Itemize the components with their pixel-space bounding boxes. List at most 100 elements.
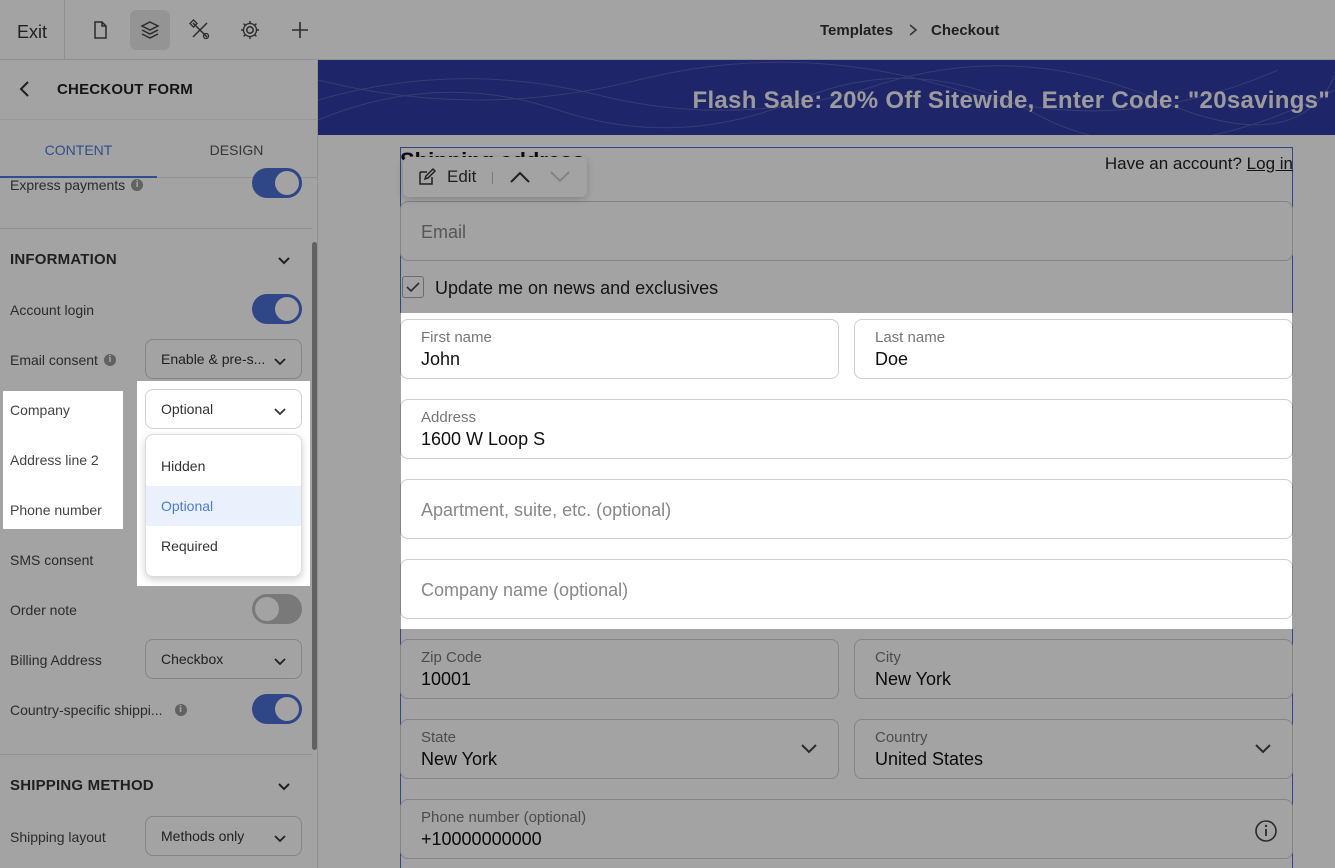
first-name-field[interactable]: First name John	[400, 319, 839, 379]
phone-label: Phone number (optional)	[421, 809, 587, 826]
state-value: New York	[421, 749, 498, 769]
address-label: Address	[421, 409, 477, 426]
city-label: City	[875, 649, 901, 666]
express-payments-label: Express payments	[10, 177, 126, 193]
country-value: United States	[875, 749, 984, 769]
chevron-down-icon[interactable]	[276, 780, 292, 798]
billing-address-value: Checkbox	[161, 651, 224, 667]
billing-address-label: Billing Address	[10, 652, 102, 668]
news-checkbox-label: Update me on news and exclusives	[435, 278, 719, 298]
chevron-up-icon[interactable]	[509, 170, 531, 189]
state-select[interactable]: State New York	[400, 719, 839, 779]
shipping-layout-value: Methods only	[161, 828, 245, 844]
layers-icon[interactable]	[130, 10, 170, 50]
promo-banner: Flash Sale: 20% Off Sitewide, Enter Code…	[318, 60, 1335, 135]
exit-button[interactable]: Exit	[17, 22, 47, 43]
edit-toolbar: Edit	[403, 157, 587, 197]
country-specific-toggle[interactable]	[252, 694, 302, 724]
tab-content[interactable]: CONTENT	[0, 142, 157, 158]
email-consent-label: Email consent	[10, 352, 98, 368]
chevron-right-icon	[907, 23, 919, 42]
company-name-field[interactable]: Company name (optional)	[400, 559, 1293, 619]
chevron-down-icon[interactable]	[276, 254, 292, 272]
tools-icon[interactable]	[180, 10, 220, 50]
banner-text: Flash Sale: 20% Off Sitewide, Enter Code…	[692, 87, 1330, 114]
preview-canvas: Flash Sale: 20% Off Sitewide, Enter Code…	[318, 60, 1335, 868]
chevron-down-icon	[273, 654, 287, 670]
gear-icon[interactable]	[230, 10, 270, 50]
chevron-down-icon	[273, 831, 287, 847]
apartment-field[interactable]: Apartment, suite, etc. (optional)	[400, 479, 1293, 539]
panel-title: CHECKOUT FORM	[57, 81, 193, 98]
breadcrumb-templates[interactable]: Templates	[820, 22, 893, 39]
zip-code-value: 10001	[421, 669, 472, 689]
last-name-label: Last name	[875, 329, 946, 346]
billing-address-select[interactable]: Checkbox	[145, 639, 302, 679]
company-name-placeholder: Company name (optional)	[421, 580, 629, 600]
express-payments-row: Express payments i	[10, 177, 144, 193]
address-line2-row: Address line 2	[10, 452, 99, 468]
company-options-dropdown: Hidden Optional Required	[145, 434, 302, 577]
phone-field[interactable]: Phone number (optional) +10000000000	[400, 799, 1293, 859]
chevron-down-icon	[273, 354, 287, 370]
last-name-value: Doe	[875, 349, 909, 369]
zip-code-field[interactable]: Zip Code 10001	[400, 639, 839, 699]
email-consent-select[interactable]: Enable & pre-s...	[145, 339, 302, 379]
address-line2-label: Address line 2	[10, 452, 99, 468]
info-icon[interactable]: i	[103, 354, 116, 366]
back-arrow-icon[interactable]	[18, 80, 32, 103]
information-section-title: INFORMATION	[10, 251, 117, 268]
order-note-toggle[interactable]	[252, 594, 302, 624]
first-name-label: First name	[421, 329, 492, 346]
page-icon[interactable]	[80, 10, 120, 50]
chevron-down-icon	[273, 404, 287, 420]
order-note-label: Order note	[10, 602, 77, 618]
info-circle-icon[interactable]	[1254, 819, 1278, 848]
section-divider	[0, 228, 312, 229]
first-name-value: John	[421, 349, 461, 369]
email-consent-row: Email consent i	[10, 352, 116, 368]
tab-design[interactable]: DESIGN	[158, 142, 315, 158]
order-note-row: Order note	[10, 602, 77, 618]
option-required[interactable]: Required	[146, 526, 301, 566]
section-divider	[0, 754, 312, 755]
address-value: 1600 W Loop S	[421, 429, 546, 449]
company-row: Company	[10, 402, 70, 418]
last-name-field[interactable]: Last name Doe	[854, 319, 1293, 379]
address-field[interactable]: Address 1600 W Loop S	[400, 399, 1293, 459]
state-label: State	[421, 729, 457, 746]
country-specific-label: Country-specific shippi...	[10, 702, 163, 718]
email-consent-value: Enable & pre-s...	[161, 351, 266, 367]
info-icon[interactable]: i	[174, 704, 187, 716]
top-bar: Exit Templates Checkout	[0, 0, 1335, 60]
apartment-placeholder: Apartment, suite, etc. (optional)	[421, 500, 672, 520]
account-prompt: Have an account? Log in	[1105, 154, 1293, 174]
shipping-layout-row: Shipping layout	[10, 829, 106, 845]
email-field[interactable]: Email	[400, 201, 1293, 261]
phone-number-label: Phone number	[10, 502, 102, 518]
shipping-layout-label: Shipping layout	[10, 829, 106, 845]
edit-icon[interactable]	[417, 167, 437, 192]
news-checkbox[interactable]	[402, 276, 424, 298]
chevron-down-icon[interactable]	[549, 170, 571, 189]
log-in-link[interactable]: Log in	[1247, 154, 1293, 173]
panel-scrollbar[interactable]	[312, 242, 317, 750]
billing-address-row: Billing Address	[10, 652, 102, 668]
option-optional[interactable]: Optional	[146, 486, 301, 526]
panel-header: CHECKOUT FORM	[0, 60, 317, 120]
company-select-value: Optional	[161, 401, 214, 417]
info-icon[interactable]: i	[131, 179, 144, 191]
city-field[interactable]: City New York	[854, 639, 1293, 699]
account-login-toggle[interactable]	[252, 294, 302, 324]
express-payments-toggle[interactable]	[252, 168, 302, 198]
edit-button[interactable]: Edit	[447, 167, 476, 187]
chevron-down-icon	[1254, 742, 1272, 760]
plus-icon[interactable]	[280, 10, 320, 50]
country-select[interactable]: Country United States	[854, 719, 1293, 779]
company-select[interactable]: Optional	[145, 389, 302, 429]
option-hidden[interactable]: Hidden	[146, 446, 301, 486]
shipping-layout-select[interactable]: Methods only	[145, 816, 302, 856]
phone-value: +10000000000	[421, 829, 542, 849]
zip-code-label: Zip Code	[421, 649, 482, 666]
breadcrumb-checkout: Checkout	[931, 22, 1000, 39]
